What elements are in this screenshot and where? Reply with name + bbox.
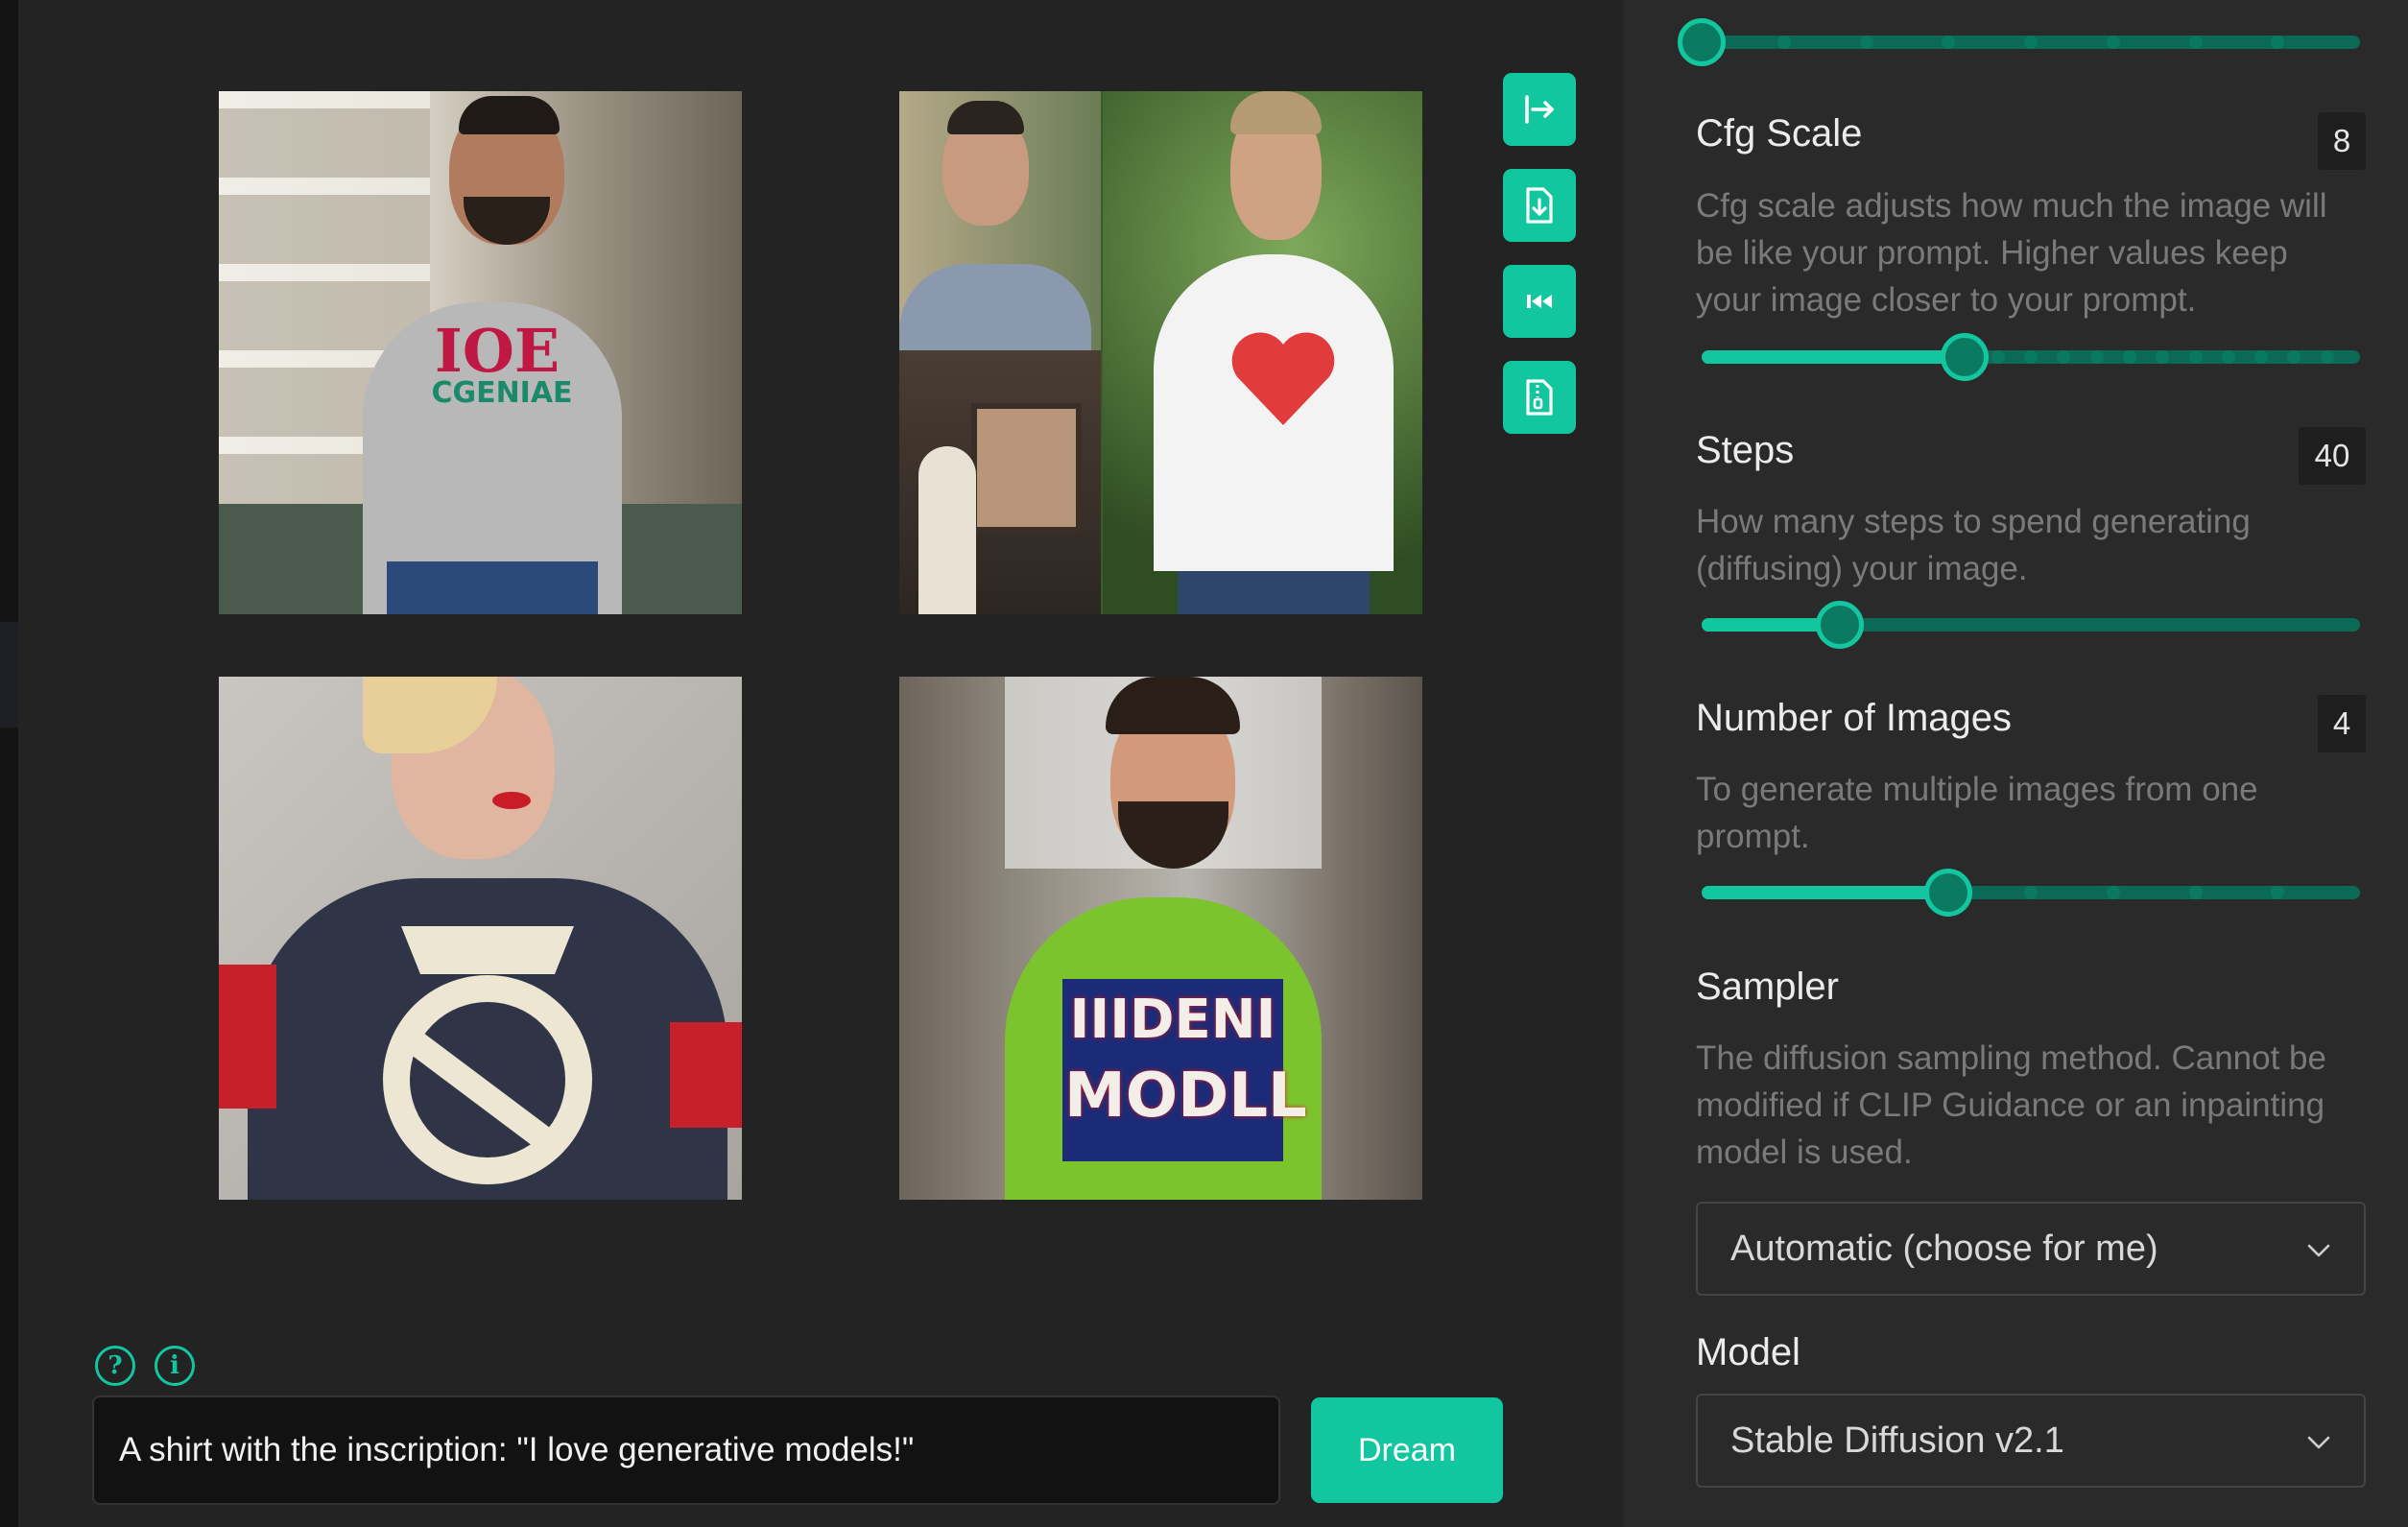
left-edge-strip [0,0,18,1527]
slider-tick [2287,350,2301,364]
slider-knob[interactable] [1816,601,1865,649]
rewind-icon [1527,295,1552,308]
collage-woman [918,446,976,614]
download-button[interactable] [1503,169,1576,242]
result-image-4[interactable]: IIIDENI MODLL [899,677,1422,1200]
num-images-description: To generate multiple images from one pro… [1696,771,2258,855]
num-images-value[interactable]: 4 [2318,695,2366,752]
result-image-3[interactable] [219,677,742,1200]
slider-tick [2221,350,2235,364]
photo-jeans [387,561,598,614]
slider-tick [2024,350,2038,364]
help-icons: ? i [95,1346,195,1386]
slider-tick [2156,350,2170,364]
download-file-icon [1526,187,1553,224]
slider-tick [2254,350,2269,364]
slider-tick [1859,36,1873,49]
slider-tick [2271,886,2285,899]
slider-tick [2106,886,2120,899]
cfg-scale-title: Cfg Scale [1696,112,1863,155]
top-slider[interactable] [1678,18,2360,66]
info-icon[interactable]: i [155,1346,195,1386]
cfg-scale-slider[interactable] [1702,333,2360,381]
slider-tick [2057,350,2071,364]
cfg-scale-value[interactable]: 8 [2318,112,2366,170]
prompt-input[interactable]: A shirt with the inscription: "I love ge… [92,1396,1280,1505]
model-select[interactable]: Stable Diffusion v2.1 [1696,1394,2366,1488]
photo-lips [492,792,531,809]
export-icon [1525,95,1554,124]
result-image-2[interactable] [899,91,1422,614]
photo-hair [459,96,560,134]
slider-tick [2188,36,2203,49]
steps-description: How many steps to spend generating (diff… [1696,503,2251,587]
slider-tick [2271,36,2285,49]
shirt-print-line-1: IOE [434,316,560,386]
slider-tick [2320,350,2334,364]
slider-fill [1702,886,1949,899]
shirt-print-line-2: MODLL [1064,1061,1307,1132]
slider-tick [2188,886,2203,899]
sweater-print [363,897,612,1185]
rewind-button[interactable] [1503,265,1576,338]
model-selected-value: Stable Diffusion v2.1 [1730,1420,2064,1461]
chevron-down-icon [2307,1244,2330,1257]
chevron-down-icon [2307,1436,2330,1449]
zip-download-button[interactable] [1503,361,1576,434]
slider-tick [2024,886,2038,899]
slider-tick [2089,350,2104,364]
slider-fill [1702,350,1966,364]
slider-tick [1991,350,2005,364]
steps-slider[interactable] [1702,601,2360,649]
cfg-scale-description: Cfg scale adjusts how much the image wil… [1696,187,2327,319]
sampler-title: Sampler [1696,966,1839,1008]
shirt-print-line-1: IIIDENI [1069,989,1276,1051]
slider-tick [1776,36,1791,49]
slider-tick [1942,36,1956,49]
collage-hair-1 [947,101,1024,134]
sampler-selected-value: Automatic (choose for me) [1730,1228,2158,1269]
photo-red-sleeve-left [219,965,276,1109]
shirt-print-line-2: CGENIAE [431,376,573,410]
dream-button[interactable]: Dream [1311,1397,1503,1503]
slider-knob[interactable] [1924,869,1973,917]
slider-tick [2188,350,2203,364]
photo-red-sleeve-right [670,1022,742,1128]
steps-value[interactable]: 40 [2299,427,2366,485]
slider-tick [2024,36,2038,49]
collage-shirt-blue [899,264,1091,350]
export-button[interactable] [1503,73,1576,146]
sampler-select[interactable]: Automatic (choose for me) [1696,1202,2366,1296]
model-title: Model [1696,1331,1800,1373]
heart-print [1226,322,1341,437]
slider-tick [2122,350,2136,364]
num-images-title: Number of Images [1696,697,2013,739]
zip-file-icon [1526,379,1553,416]
collage-frame [971,403,1082,533]
sampler-description: The diffusion sampling method. Cannot be… [1696,1039,2326,1171]
slider-tick [2106,36,2120,49]
steps-title: Steps [1696,429,1795,471]
help-icon[interactable]: ? [95,1346,135,1386]
left-edge-marker [0,622,18,728]
num-images-slider[interactable] [1702,869,2360,917]
slider-knob[interactable] [1678,18,1726,66]
collage-jeans [1178,571,1370,614]
result-image-1[interactable]: IOE CGENIAE [219,91,742,614]
